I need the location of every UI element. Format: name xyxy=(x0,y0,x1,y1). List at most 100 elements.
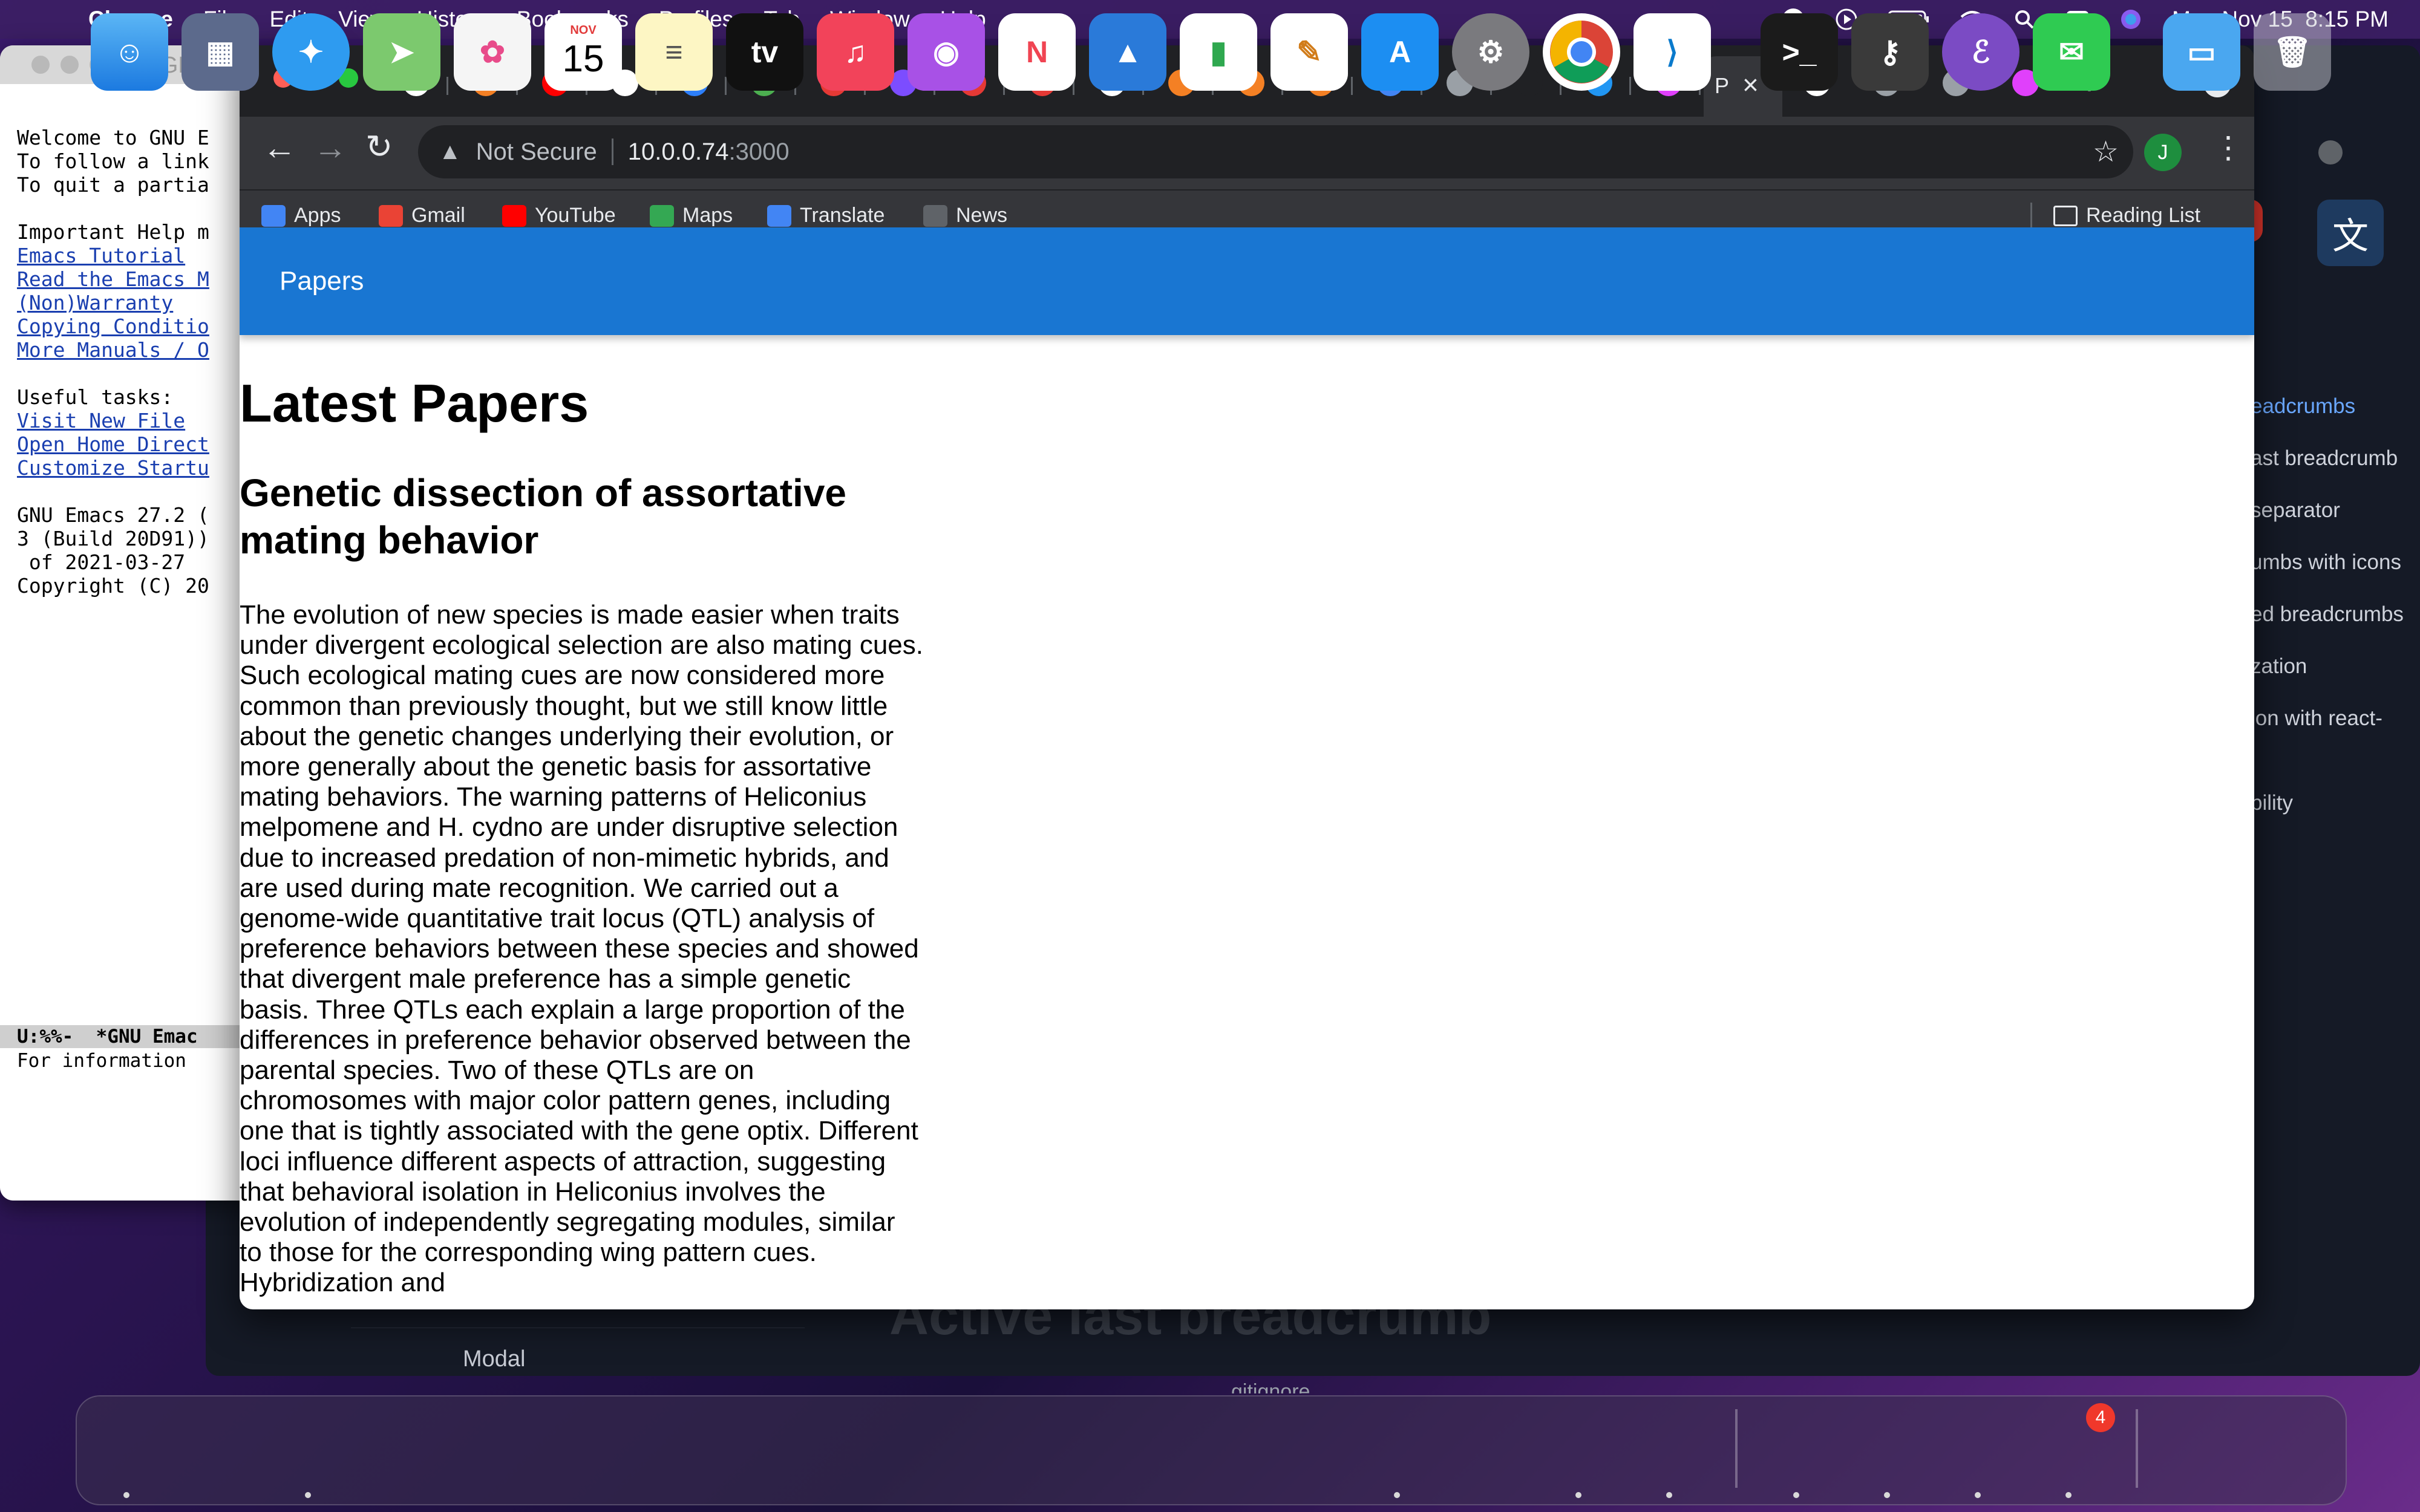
bookmark-label: News xyxy=(956,204,1008,227)
trash-icon[interactable]: 🗑 xyxy=(2254,13,2331,91)
maps-icon[interactable]: ➤ xyxy=(363,13,440,91)
bookmark-label: YouTube xyxy=(535,204,616,227)
chrome-window: P × + ← → ↻ ▲ Not Secure 10.0.0.74 :3000… xyxy=(240,45,2254,1309)
dock-separator xyxy=(1735,1409,1738,1488)
apps-grid-icon xyxy=(261,204,286,227)
tab-separator xyxy=(1629,77,1631,95)
address-bar[interactable]: ▲ Not Secure 10.0.0.74 :3000 ☆ xyxy=(418,125,2133,178)
back-icon[interactable]: ← xyxy=(263,128,296,167)
bookmark-label: Gmail xyxy=(411,204,465,227)
bookmark-maps[interactable]: Maps xyxy=(650,204,733,227)
chrome-menu-icon[interactable]: ⋮ xyxy=(2213,130,2243,165)
emacs-app-icon[interactable]: ℰ xyxy=(1942,13,2019,91)
bookmark-apps[interactable]: Apps xyxy=(261,204,341,227)
photos-icon[interactable]: ✿ xyxy=(454,13,531,91)
numbers-icon[interactable]: ▮ xyxy=(1180,13,1257,91)
bookmark-youtube[interactable]: YouTube xyxy=(502,204,616,227)
reading-list-button[interactable]: Reading List xyxy=(2053,204,2200,227)
bookmark-translate[interactable]: Translate xyxy=(767,204,885,227)
keynote-icon[interactable]: ▲ xyxy=(1089,13,1166,91)
active-tab-title: P xyxy=(1715,73,1730,98)
news-app-icon[interactable]: N xyxy=(998,13,1076,91)
calendar-day: 15 xyxy=(562,38,604,80)
youtube-icon xyxy=(502,204,526,227)
apple-tv-label: tv xyxy=(751,35,779,69)
maps-icon xyxy=(650,204,674,227)
paper-title: Genetic dissection of assortative mating… xyxy=(240,471,846,562)
background-app-sidebar: eadcrumbs ast breadcrumb separator umbs … xyxy=(2251,181,2420,877)
finder-icon[interactable]: ☺ xyxy=(91,13,168,91)
launchpad-icon[interactable]: ▦ xyxy=(182,13,259,91)
vscode-icon[interactable]: ⟩ xyxy=(1634,13,1711,91)
forward-icon[interactable]: → xyxy=(313,128,347,167)
notes-icon[interactable]: ≡ xyxy=(635,13,713,91)
sidebar-item[interactable]: ed breadcrumbs xyxy=(2251,602,2404,627)
sidebar-item[interactable]: separator xyxy=(2251,498,2340,523)
tab-separator xyxy=(1351,77,1353,95)
music-icon[interactable]: ♫ xyxy=(817,13,894,91)
messages-icon[interactable]: ✉ xyxy=(2033,13,2110,91)
web-page: Papers Latest Papers Genetic dissection … xyxy=(240,227,2254,1309)
running-indicator xyxy=(1975,1492,1981,1498)
close-tab-icon[interactable]: × xyxy=(1742,68,1759,101)
running-indicator xyxy=(1884,1492,1890,1498)
podcasts-icon[interactable]: ◉ xyxy=(908,13,985,91)
siri-icon[interactable] xyxy=(2119,7,2143,31)
url-host: 10.0.0.74 xyxy=(627,138,729,165)
chrome-tab-favicon xyxy=(2318,140,2343,165)
sidebar-item[interactable]: ion with react- xyxy=(2251,706,2382,731)
sidebar-item[interactable]: eadcrumbs xyxy=(2251,394,2355,419)
running-indicator xyxy=(123,1492,129,1498)
chrome-app-icon[interactable] xyxy=(1543,13,1620,91)
reading-list-label: Reading List xyxy=(2086,204,2201,227)
tab-separator xyxy=(725,77,727,95)
emacs-close-button[interactable] xyxy=(31,56,50,74)
sidebar-item[interactable]: bility xyxy=(2251,791,2293,815)
warning-icon[interactable]: ▲ xyxy=(439,139,462,165)
running-indicator xyxy=(1793,1492,1799,1498)
app-bar-title[interactable]: Papers xyxy=(280,266,364,296)
url-port: :3000 xyxy=(728,138,790,165)
security-label: Not Secure xyxy=(476,138,597,165)
gmail-icon xyxy=(379,204,403,227)
bookmark-label: Translate xyxy=(800,204,885,227)
sidebar-item[interactable]: zation xyxy=(2251,654,2307,679)
running-indicator xyxy=(305,1492,311,1498)
running-indicator xyxy=(1575,1492,1581,1498)
profile-avatar[interactable]: J xyxy=(2144,134,2182,171)
reload-icon[interactable]: ↻ xyxy=(365,128,393,166)
messages-badge: 4 xyxy=(2086,1403,2115,1432)
running-indicator xyxy=(2065,1492,2072,1498)
calendar-month: NOV xyxy=(570,24,597,37)
reading-list-icon xyxy=(2053,205,2078,226)
calendar-icon[interactable]: NOV 15 xyxy=(544,13,622,91)
dock xyxy=(76,1395,2347,1505)
bookmark-label: Apps xyxy=(294,204,341,227)
modal-label[interactable]: Modal xyxy=(463,1346,526,1372)
pages-icon[interactable]: ✎ xyxy=(1270,13,1348,91)
news-icon xyxy=(923,204,947,227)
translate-icon xyxy=(767,204,791,227)
system-preferences-icon[interactable]: ⚙ xyxy=(1452,13,1529,91)
running-indicator xyxy=(1666,1492,1672,1498)
emacs-minimize-button[interactable] xyxy=(60,56,79,74)
bookmark-label: Maps xyxy=(682,204,733,227)
downloads-folder-icon[interactable]: ▭ xyxy=(2163,13,2240,91)
bookmark-gmail[interactable]: Gmail xyxy=(379,204,465,227)
paper-abstract: The evolution of new species is made eas… xyxy=(240,600,923,1298)
safari-icon[interactable]: ✦ xyxy=(272,13,350,91)
sidebar-item[interactable]: umbs with icons xyxy=(2251,550,2401,575)
bookmark-news[interactable]: News xyxy=(923,204,1007,227)
app-bar: Papers xyxy=(240,227,2254,335)
app-store-icon[interactable]: A xyxy=(1361,13,1439,91)
keychain-access-icon[interactable]: ⚷ xyxy=(1851,13,1929,91)
divider xyxy=(611,138,613,165)
page-title: Latest Papers xyxy=(240,373,589,433)
bookmark-star-icon[interactable]: ☆ xyxy=(2093,135,2119,169)
terminal-icon[interactable]: >_ xyxy=(1761,13,1838,91)
apple-tv-icon[interactable]: tv xyxy=(726,13,803,91)
running-indicator xyxy=(1394,1492,1400,1498)
background-app-panel: Modal xyxy=(351,1328,805,1377)
file-label: gitignore xyxy=(1231,1380,1310,1393)
sidebar-item[interactable]: ast breadcrumb xyxy=(2251,446,2398,471)
